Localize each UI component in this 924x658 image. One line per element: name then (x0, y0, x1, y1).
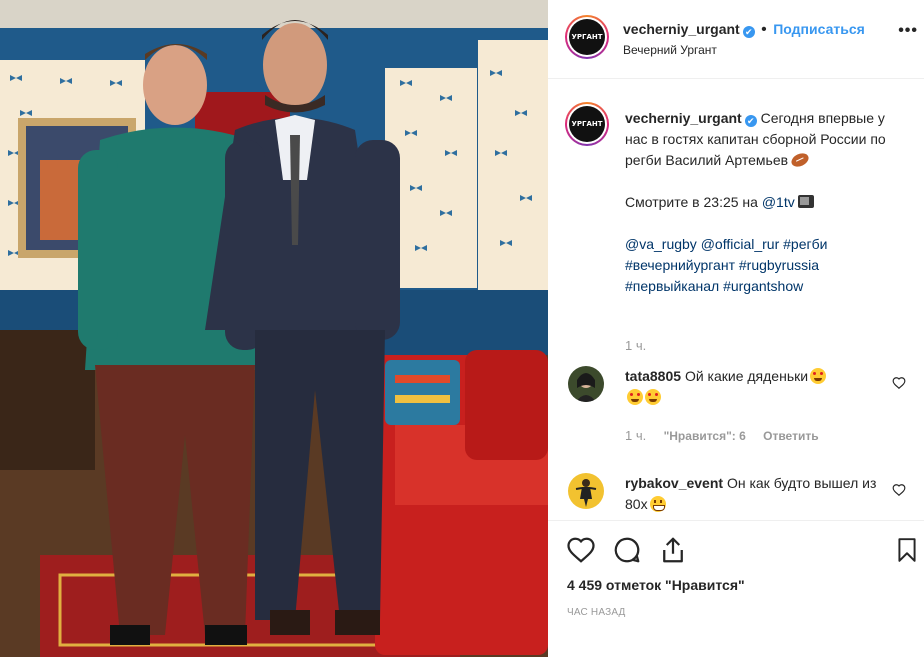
comment-like-heart-icon[interactable] (892, 376, 906, 390)
post-timestamp[interactable]: ЧАС НАЗАД (567, 607, 626, 618)
account-avatar[interactable]: УРГАНТ (565, 15, 609, 59)
verified-badge-icon: ✔ (744, 115, 757, 127)
post-photo[interactable] (0, 0, 548, 657)
account-username[interactable]: vecherniy_urgant (623, 21, 740, 37)
account-display-name[interactable]: Вечерний Ургант (623, 43, 717, 57)
comment-username[interactable]: tata8805 (625, 368, 681, 384)
tag-link[interactable]: #регби (783, 236, 827, 252)
comment-1: tata8805 Ой какие дяденьки (625, 366, 885, 408)
comment-meta: 1 ч. "Нравится": 6 Ответить (625, 428, 833, 443)
comment-text: Ой какие дяденьки (684, 368, 809, 384)
mention-1tv[interactable]: @1tv (762, 194, 795, 210)
tag-link[interactable]: #urgantshow (723, 278, 803, 294)
comment-likes[interactable]: "Нравится": 6 (664, 429, 746, 443)
caption-watch-text: Смотрите в 23:25 на (625, 194, 762, 210)
likes-count[interactable]: 4 459 отметок "Нравится" (567, 577, 745, 593)
post-caption: vecherniy_urgant ✔ Сегодня впервые у нас … (625, 108, 905, 297)
bookmark-icon[interactable] (894, 535, 920, 565)
tag-link[interactable]: @va_rugby (625, 236, 697, 252)
tag-link[interactable]: #первыйканал (625, 278, 719, 294)
comment-2: rybakov_event Он как будто вышел из 80х (625, 473, 885, 515)
tag-link[interactable]: #вечернийургант (625, 257, 735, 273)
rugby-ball-icon (789, 150, 811, 170)
comment-avatar[interactable] (568, 366, 604, 402)
tag-link[interactable]: #rugbyrussia (739, 257, 819, 273)
star-struck-emoji-icon (810, 368, 827, 384)
caption-tags: @va_rugby @official_rur #регби #вечерний… (625, 234, 905, 297)
post-actions: 4 459 отметок "Нравится" ЧАС НАЗАД (548, 520, 924, 658)
follow-button[interactable]: Подписаться (773, 21, 865, 37)
post-header: УРГАНТ vecherniy_urgant ✔ • Подписаться В… (548, 0, 924, 79)
comment-bubble-icon[interactable] (612, 535, 642, 565)
like-heart-icon[interactable] (566, 535, 596, 565)
comment-time[interactable]: 1 ч. (625, 428, 646, 443)
grinning-emoji-icon (649, 496, 666, 512)
caption-username[interactable]: vecherniy_urgant (625, 110, 742, 126)
caption-avatar[interactable]: УРГАНТ (565, 102, 609, 146)
reply-button[interactable]: Ответить (763, 429, 818, 443)
star-struck-emoji-icon (627, 389, 643, 405)
comment-like-heart-icon[interactable] (892, 483, 906, 497)
tag-link[interactable]: @official_rur (701, 236, 780, 252)
star-struck-emoji-icon (645, 389, 661, 405)
post-sidebar: УРГАНТ vecherniy_urgant ✔ • Подписаться В… (548, 0, 924, 657)
share-icon[interactable] (658, 535, 688, 565)
comment-username[interactable]: rybakov_event (625, 475, 723, 491)
tv-icon (797, 195, 814, 208)
photo-image (0, 0, 548, 657)
caption-time[interactable]: 1 ч. (625, 338, 646, 353)
more-options-icon[interactable]: ••• (898, 22, 918, 40)
comment-avatar[interactable] (568, 473, 604, 509)
verified-badge-icon: ✔ (742, 26, 755, 38)
